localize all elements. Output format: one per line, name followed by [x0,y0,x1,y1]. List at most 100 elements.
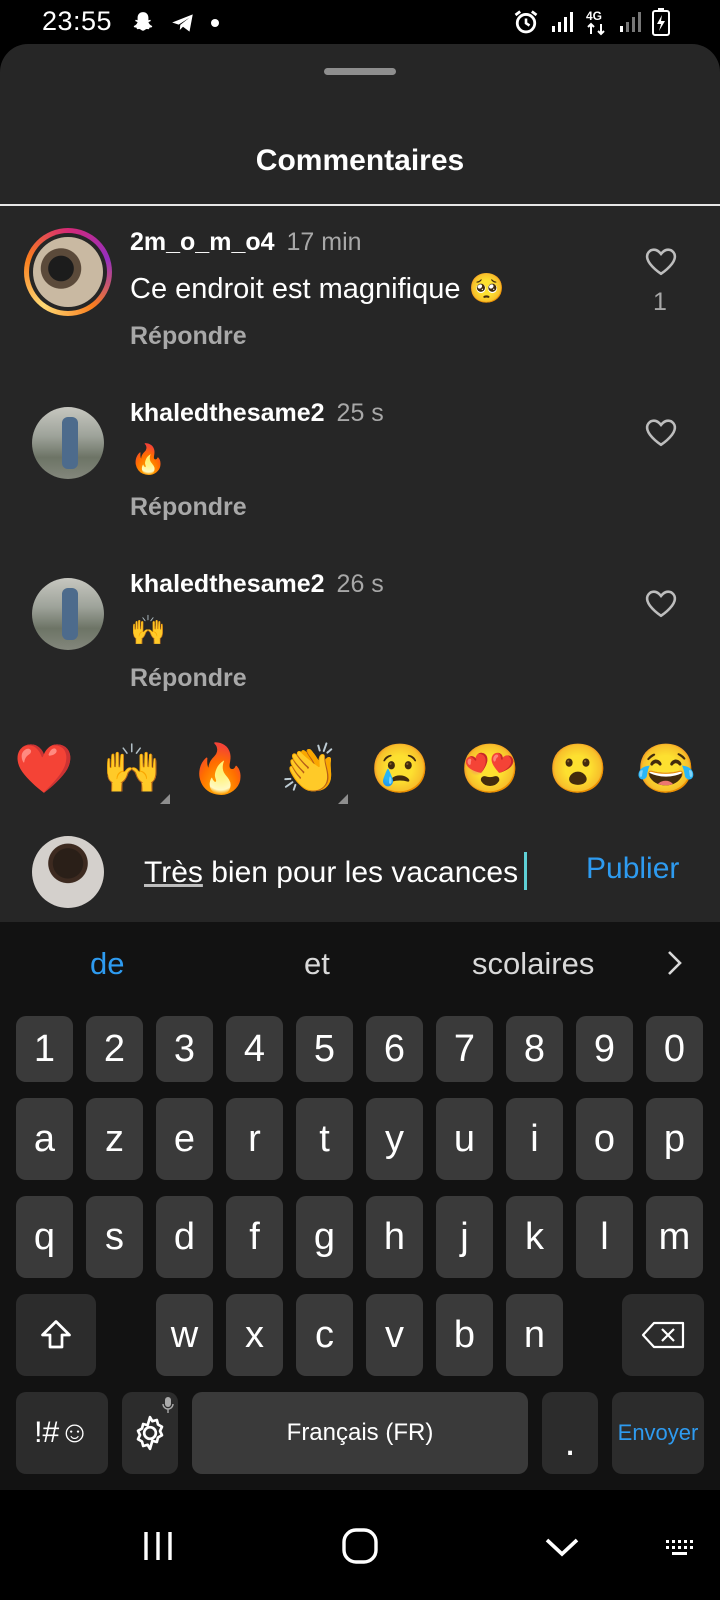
reaction-fire[interactable]: 🔥 [190,740,250,800]
key-7[interactable]: 7 [436,1016,493,1082]
key-q[interactable]: q [16,1196,73,1278]
comment-text: 🙌 [130,615,167,647]
key-u[interactable]: u [436,1098,493,1180]
key-g[interactable]: g [296,1196,353,1278]
suggestion-et[interactable]: et [304,946,330,982]
key-l[interactable]: l [576,1196,633,1278]
snapchat-icon [133,12,153,31]
svg-text:4G: 4G [586,9,602,23]
key-r[interactable]: r [226,1098,283,1180]
key-j[interactable]: j [436,1196,493,1278]
key-x[interactable]: x [226,1294,283,1376]
key-0[interactable]: 0 [646,1016,703,1082]
key-z[interactable]: z [86,1098,143,1180]
comment-input[interactable]: Très bien pour les vacances [144,852,528,890]
avatar-story-ring[interactable] [24,228,112,316]
like-heart-icon[interactable] [644,415,678,449]
text-cursor [524,852,528,890]
key-b[interactable]: b [436,1294,493,1376]
drag-handle[interactable] [324,68,396,75]
comment-username[interactable]: khaledthesame2 [130,570,325,598]
key-y[interactable]: y [366,1098,423,1180]
comment-composer: Très bien pour les vacances Publier [0,820,720,920]
signal-icon [552,12,573,32]
telegram-icon [172,14,193,32]
reaction-laughing[interactable]: 😂 [636,740,696,800]
key-c[interactable]: c [296,1294,353,1376]
period-key[interactable]: . [542,1392,598,1474]
reaction-crying[interactable]: 😢 [370,740,430,800]
microphone-icon [162,1397,174,1413]
reply-button[interactable]: Répondre [130,493,247,522]
back-chevron-down-icon[interactable] [542,1532,582,1562]
key-d[interactable]: d [156,1196,213,1278]
key-8[interactable]: 8 [506,1016,563,1082]
key-h[interactable]: h [366,1196,423,1278]
avatar[interactable] [32,578,104,650]
system-icons: 4G [512,8,670,36]
chevron-right-icon[interactable] [664,948,686,978]
key-i[interactable]: i [506,1098,563,1180]
shift-key[interactable] [16,1294,96,1376]
key-p[interactable]: p [646,1098,703,1180]
key-v[interactable]: v [366,1294,423,1376]
key-1[interactable]: 1 [16,1016,73,1082]
system-navigation-bar [0,1490,720,1600]
battery-charging-icon [652,8,670,36]
shift-icon [41,1320,71,1349]
comment-username[interactable]: 2m_o_m_o4 [130,228,275,256]
key-4[interactable]: 4 [226,1016,283,1082]
reaction-heart-eyes[interactable]: 😍 [460,740,520,800]
reply-button[interactable]: Répondre [130,322,247,351]
avatar[interactable] [32,407,104,479]
publish-button[interactable]: Publier [586,852,679,886]
alarm-icon [514,10,538,34]
recent-apps-icon[interactable] [140,1528,176,1564]
key-o[interactable]: o [576,1098,633,1180]
reaction-raised-hands[interactable]: 🙌 [102,740,170,804]
comment-time: 26 s [336,570,384,598]
comment-item: khaledthesame2 26 s 🙌 Répondre [0,570,720,720]
key-3[interactable]: 3 [156,1016,213,1082]
comment-item: 2m_o_m_o4 17 min Ce endroit est magnifiqu… [0,228,720,378]
comment-time: 25 s [336,399,384,427]
key-n[interactable]: n [506,1294,563,1376]
key-t[interactable]: t [296,1098,353,1180]
key-e[interactable]: e [156,1098,213,1180]
settings-key[interactable] [122,1392,178,1474]
quick-reactions-bar: ❤️ 🙌 🔥 👏 😢 😍 😮 😂 [0,740,720,810]
signal-weak-icon [620,12,641,32]
key-w[interactable]: w [156,1294,213,1376]
enter-key[interactable]: Envoyer [612,1392,704,1474]
dot-icon [211,19,219,27]
reply-button[interactable]: Répondre [130,664,247,693]
backspace-key[interactable] [622,1294,704,1376]
reaction-surprised[interactable]: 😮 [548,740,608,800]
avatar [33,237,103,307]
comment-item: khaledthesame2 25 s 🔥 Répondre [0,399,720,549]
key-s[interactable]: s [86,1196,143,1278]
like-heart-icon[interactable] [644,586,678,620]
comment-username[interactable]: khaledthesame2 [130,399,325,427]
key-k[interactable]: k [506,1196,563,1278]
my-avatar [32,836,104,908]
home-icon[interactable] [340,1526,380,1566]
key-9[interactable]: 9 [576,1016,633,1082]
like-heart-icon[interactable] [644,244,678,278]
key-a[interactable]: a [16,1098,73,1180]
space-key[interactable]: Français (FR) [192,1392,528,1474]
comment-text: Ce endroit est magnifique 🥺 [130,273,505,305]
key-5[interactable]: 5 [296,1016,353,1082]
key-m[interactable]: m [646,1196,703,1278]
reaction-clap[interactable]: 👏 [280,740,348,804]
suggestion-scolaires[interactable]: scolaires [472,946,594,982]
suggestion-de[interactable]: de [90,946,124,982]
reaction-heart[interactable]: ❤️ [14,740,74,800]
network-4g-icon: 4G [586,9,605,36]
key-6[interactable]: 6 [366,1016,423,1082]
key-2[interactable]: 2 [86,1016,143,1082]
keyboard-hide-icon[interactable] [664,1538,698,1562]
skin-tone-indicator-icon [160,794,170,804]
key-f[interactable]: f [226,1196,283,1278]
symbols-key[interactable]: !#☺ [16,1392,108,1474]
